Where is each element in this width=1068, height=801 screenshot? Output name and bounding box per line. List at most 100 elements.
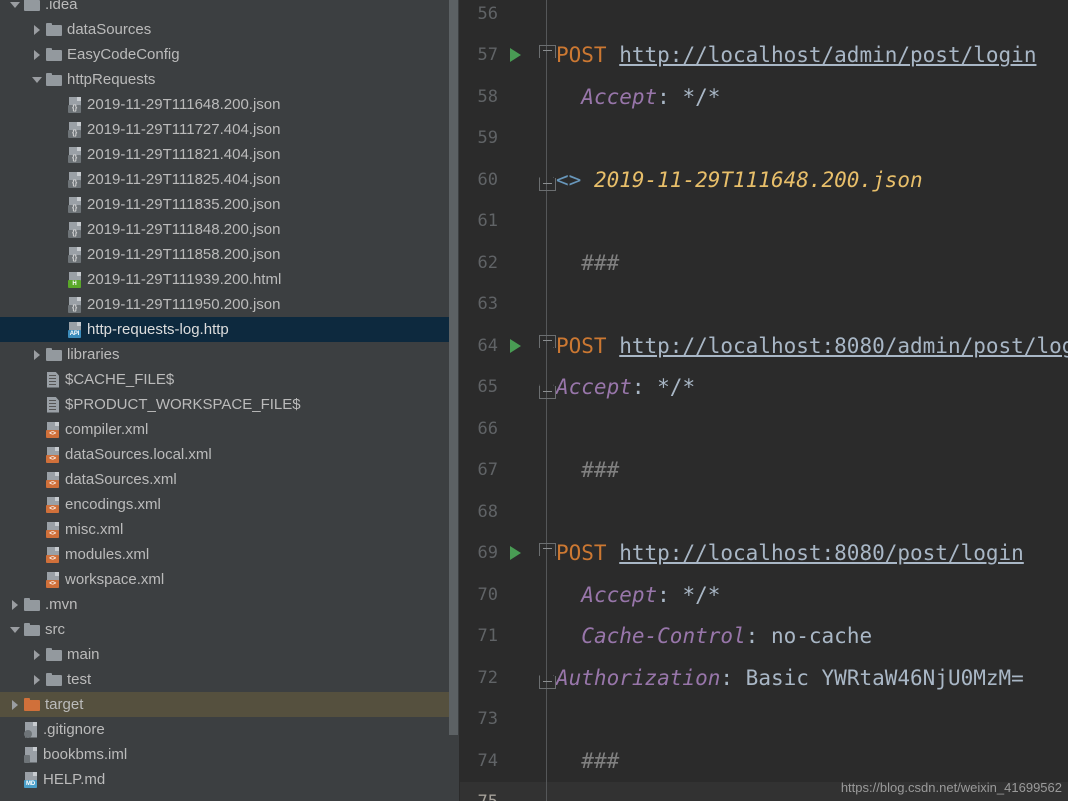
editor-line-content[interactable]: ### <box>548 242 1068 284</box>
tree-row[interactable]: <> modules.xml <box>0 542 450 567</box>
editor-line-content[interactable]: Accept: */* <box>548 574 1068 616</box>
tree-row[interactable]: {} 2019-11-29T111821.404.json <box>0 142 450 167</box>
editor-gutter[interactable]: 72 <box>460 657 556 699</box>
editor-line-content[interactable] <box>548 699 1068 741</box>
tree-vertical-scrollbar[interactable] <box>449 0 458 735</box>
editor-gutter[interactable]: 60 <box>460 159 556 201</box>
chevron-right-icon[interactable] <box>32 349 43 360</box>
project-tree-list[interactable]: .idea dataSources EasyCodeConfig httpReques… <box>0 0 450 792</box>
editor-gutter[interactable]: 57 <box>460 34 556 76</box>
tree-row[interactable]: {} 2019-11-29T111858.200.json <box>0 242 450 267</box>
tree-row[interactable]: $CACHE_FILE$ <box>0 367 450 392</box>
editor-line[interactable]: 62 ### <box>460 242 1068 284</box>
editor-line-content[interactable]: ### <box>548 450 1068 492</box>
chevron-right-icon[interactable] <box>32 649 43 660</box>
code-editor[interactable]: 56 57 POST http://localhost/admin/post/log… <box>460 0 1068 801</box>
tree-row[interactable]: <> misc.xml <box>0 517 450 542</box>
chevron-down-icon[interactable] <box>10 624 21 635</box>
editor-gutter[interactable]: 73 <box>460 698 548 740</box>
fold-start-icon[interactable] <box>539 335 556 348</box>
token-url[interactable]: http://localhost/admin/post/login <box>619 43 1036 67</box>
editor-line[interactable]: 60 <> 2019-11-29T111648.200.json <box>460 159 1068 201</box>
fold-end-icon[interactable] <box>539 385 556 399</box>
run-request-icon[interactable] <box>510 48 521 63</box>
fold-start-icon[interactable] <box>539 542 556 556</box>
tree-row[interactable]: {} 2019-11-29T111848.200.json <box>0 217 450 242</box>
editor-line-content[interactable]: POST http://localhost:8080/admin/post/lo… <box>548 325 1068 367</box>
editor-line-list[interactable]: 56 57 POST http://localhost/admin/post/log… <box>460 0 1068 801</box>
editor-gutter[interactable]: 75 <box>460 781 548 801</box>
run-request-icon[interactable] <box>510 338 521 353</box>
editor-line[interactable]: 70 Accept: */* <box>460 574 1068 616</box>
editor-line-content[interactable]: Authorization: Basic YWRtaW46NjU0MzM= <box>548 657 1068 699</box>
chevron-right-icon[interactable] <box>10 699 21 710</box>
tree-row[interactable]: {} 2019-11-29T111825.404.json <box>0 167 450 192</box>
editor-line[interactable]: 64 POST http://localhost:8080/admin/post/… <box>460 325 1068 367</box>
editor-line-content[interactable]: ### <box>548 740 1068 782</box>
editor-line-content[interactable]: Accept: */* <box>548 367 1068 409</box>
editor-line[interactable]: 72 Authorization: Basic YWRtaW46NjU0MzM= <box>460 657 1068 699</box>
editor-gutter[interactable]: 66 <box>460 408 548 450</box>
editor-line-content[interactable] <box>548 118 1068 160</box>
tree-scrollbar-track[interactable] <box>449 0 459 801</box>
editor-gutter[interactable]: 68 <box>460 491 548 533</box>
editor-gutter[interactable]: 69 <box>460 532 556 574</box>
editor-gutter[interactable]: 65 <box>460 366 556 408</box>
editor-line[interactable]: 58 Accept: */* <box>460 76 1068 118</box>
editor-line[interactable]: 67 ### <box>460 449 1068 492</box>
chevron-down-icon[interactable] <box>10 0 21 10</box>
editor-line[interactable]: 73 <box>460 698 1068 741</box>
tree-row[interactable]: MD HELP.md <box>0 767 450 792</box>
tree-row[interactable]: libraries <box>0 342 450 367</box>
tree-row[interactable]: .gitignore <box>0 717 450 742</box>
editor-gutter[interactable]: 67 <box>460 449 548 491</box>
tree-row[interactable]: bookbms.iml <box>0 742 450 767</box>
editor-line[interactable]: 56 <box>460 0 1068 35</box>
editor-gutter[interactable]: 58 <box>460 76 548 118</box>
editor-line[interactable]: 65 Accept: */* <box>460 366 1068 409</box>
editor-line-content[interactable] <box>548 491 1068 533</box>
chevron-right-icon[interactable] <box>32 49 43 60</box>
tree-row[interactable]: <> dataSources.local.xml <box>0 442 450 467</box>
editor-line[interactable]: 57 POST http://localhost/admin/post/login <box>460 34 1068 77</box>
editor-gutter[interactable]: 63 <box>460 283 548 325</box>
tree-row[interactable]: {} 2019-11-29T111835.200.json <box>0 192 450 217</box>
run-request-icon[interactable] <box>510 546 521 561</box>
tree-row[interactable]: src <box>0 617 450 642</box>
tree-row[interactable]: API http-requests-log.http <box>0 317 450 342</box>
editor-gutter[interactable]: 62 <box>460 242 548 284</box>
editor-gutter[interactable]: 70 <box>460 574 548 616</box>
editor-line-content[interactable]: <> 2019-11-29T111648.200.json <box>548 159 1068 201</box>
token-url[interactable]: http://localhost:8080/admin/post/login <box>619 334 1068 358</box>
editor-line[interactable]: 61 <box>460 200 1068 243</box>
editor-line-content[interactable] <box>548 408 1068 450</box>
editor-line-content[interactable]: POST http://localhost/admin/post/login <box>548 35 1068 77</box>
editor-gutter[interactable]: 64 <box>460 325 556 367</box>
editor-line[interactable]: 74 ### <box>460 740 1068 782</box>
editor-line-content[interactable]: Cache-Control: no-cache <box>548 616 1068 658</box>
fold-start-icon[interactable] <box>539 44 556 58</box>
fold-end-icon[interactable] <box>539 178 556 191</box>
editor-line[interactable]: 66 <box>460 408 1068 450</box>
tree-row[interactable]: {} 2019-11-29T111950.200.json <box>0 292 450 317</box>
tree-row[interactable]: .idea <box>0 0 450 17</box>
editor-line[interactable]: 68 <box>460 491 1068 533</box>
tree-row[interactable]: H 2019-11-29T111939.200.html <box>0 267 450 292</box>
fold-end-icon[interactable] <box>539 676 556 689</box>
editor-gutter[interactable]: 71 <box>460 615 548 657</box>
chevron-right-icon[interactable] <box>32 674 43 685</box>
tree-row[interactable]: {} 2019-11-29T111727.404.json <box>0 117 450 142</box>
editor-line[interactable]: 69 POST http://localhost:8080/post/login <box>460 532 1068 575</box>
editor-line[interactable]: 63 <box>460 283 1068 325</box>
editor-line-content[interactable]: POST http://localhost:8080/post/login <box>548 533 1068 575</box>
editor-gutter[interactable]: 59 <box>460 117 548 159</box>
tree-row[interactable]: <> encodings.xml <box>0 492 450 517</box>
editor-gutter[interactable]: 56 <box>460 0 548 35</box>
editor-line[interactable]: 59 <box>460 117 1068 160</box>
tree-row[interactable]: {} 2019-11-29T111648.200.json <box>0 92 450 117</box>
tree-row[interactable]: $PRODUCT_WORKSPACE_FILE$ <box>0 392 450 417</box>
chevron-down-icon[interactable] <box>32 74 43 85</box>
project-tree-panel[interactable]: .idea dataSources EasyCodeConfig httpReques… <box>0 0 460 801</box>
tree-row[interactable]: target <box>0 692 450 717</box>
editor-line-content[interactable] <box>548 201 1068 243</box>
